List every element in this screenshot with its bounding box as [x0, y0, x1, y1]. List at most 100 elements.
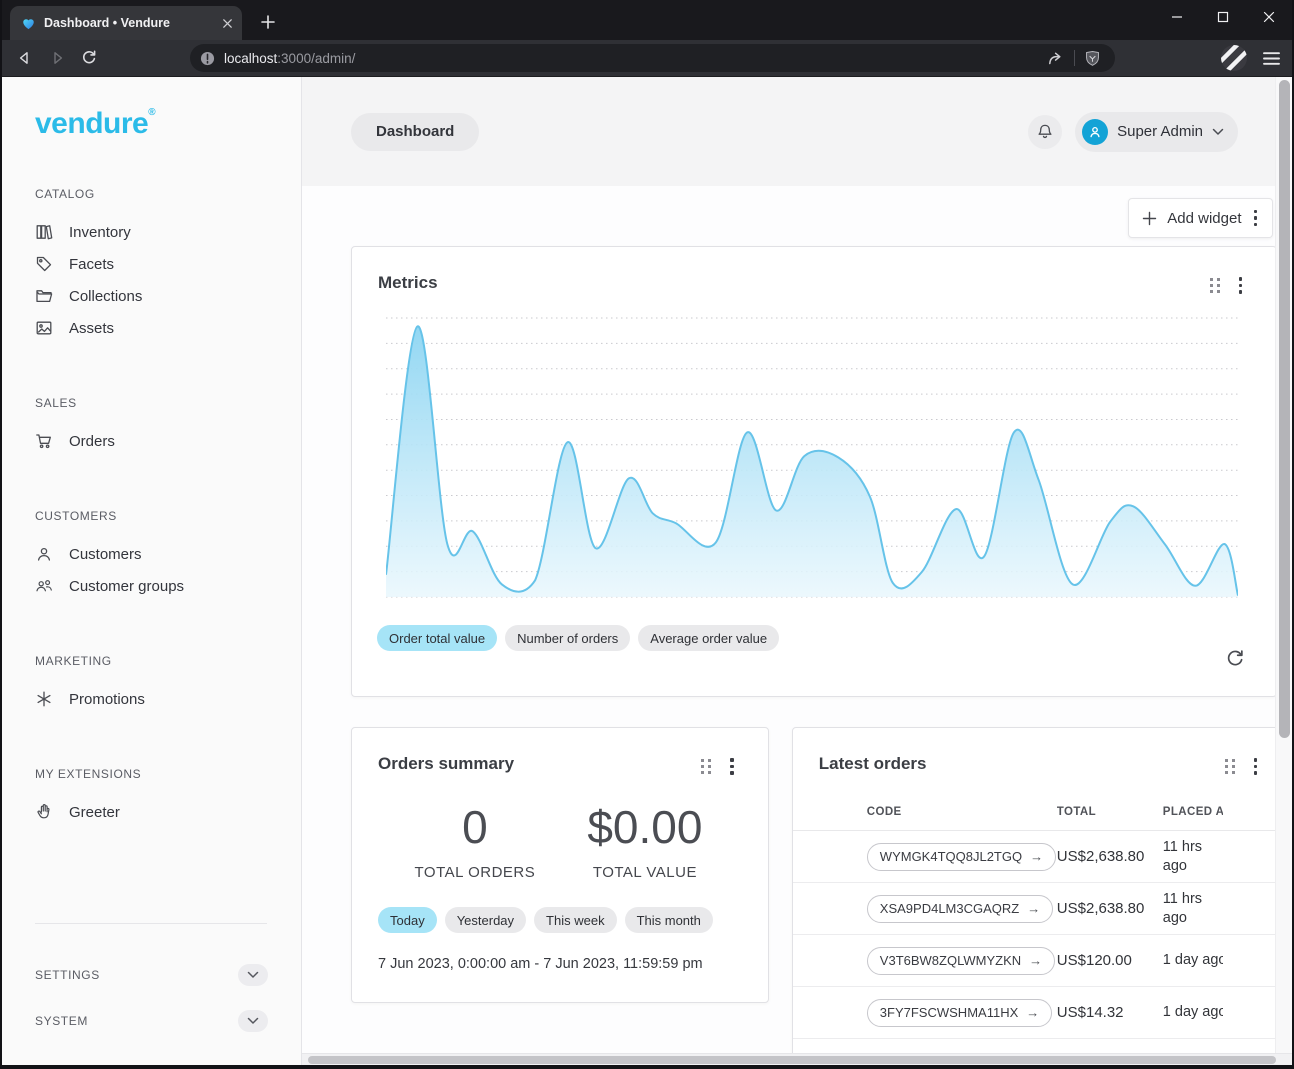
kebab-menu-button[interactable] [1252, 756, 1260, 777]
chevron-down-icon [247, 1017, 259, 1025]
sidebar-item-label: Assets [69, 320, 114, 337]
logo-trademark: ® [148, 107, 155, 118]
add-widget-label: Add widget [1167, 210, 1241, 227]
orders-summary-widget: Orders summary 0 TOTAL ORDERS [351, 727, 769, 1003]
waving-hand-icon [35, 803, 53, 821]
reload-button[interactable] [74, 44, 104, 72]
profile-avatar[interactable] [1221, 45, 1247, 71]
window-minimize-button[interactable] [1154, 0, 1200, 34]
sidebar-item-promotions[interactable]: Promotions [35, 683, 268, 715]
sidebar-item-assets[interactable]: Assets [35, 312, 268, 344]
widget-layout-menu-button[interactable] [1252, 208, 1260, 229]
add-widget-button[interactable]: Add widget [1128, 198, 1273, 238]
sidebar-section-settings[interactable]: SETTINGS [35, 960, 268, 990]
order-code-link[interactable]: XSA9PD4LM3CGAQRZ→ [867, 895, 1053, 923]
table-row: V3T6BW8ZQLWMYZKN→ US$120.00 1 day ago [793, 935, 1291, 987]
vertical-scrollbar[interactable] [1275, 77, 1292, 1053]
sidebar-section-sales: SALES Orders [35, 396, 268, 457]
plus-icon [1142, 211, 1157, 226]
metric-chip-number-of-orders[interactable]: Number of orders [505, 625, 630, 651]
section-label: SYSTEM [35, 1014, 88, 1028]
table-row: XSA9PD4LM3CGAQRZ→ US$2,638.80 11 hrs ago [793, 883, 1291, 935]
notifications-button[interactable] [1028, 115, 1062, 149]
share-icon[interactable] [1046, 49, 1065, 68]
order-code-link[interactable]: 3FY7FSCWSHMA11HX→ [867, 999, 1052, 1027]
drag-handle-icon[interactable] [1225, 759, 1235, 774]
total-orders-value: 0 [390, 800, 560, 854]
range-chip-this-month[interactable]: This month [625, 907, 713, 933]
total-orders-label: TOTAL ORDERS [390, 864, 560, 881]
vertical-scrollbar-thumb[interactable] [1279, 80, 1290, 738]
user-name: Super Admin [1117, 123, 1203, 140]
kebab-menu-button[interactable] [1237, 275, 1245, 296]
sidebar-item-inventory[interactable]: Inventory [35, 216, 268, 248]
new-tab-button[interactable] [254, 8, 282, 36]
address-bar[interactable]: localhost:3000/admin/ [190, 44, 1115, 72]
column-header-placed-at: PLACED AT [1163, 806, 1223, 818]
dashboard-page: Add widget Metrics [302, 198, 1292, 1065]
metrics-widget: Metrics [351, 246, 1277, 697]
arrow-right-icon: → [1027, 901, 1040, 916]
sidebar: vendure® CATALOG Inventory Facets Collec… [2, 77, 302, 1065]
sidebar-section-customers: CUSTOMERS Customers Customer groups [35, 509, 268, 602]
latest-orders-table: CODE TOTAL PLACED AT WYMGK4TQQ8JL2TGQ→ U… [793, 806, 1291, 1039]
sidebar-item-label: Greeter [69, 804, 120, 821]
refresh-button[interactable] [1222, 646, 1248, 672]
section-label: SETTINGS [35, 968, 100, 982]
url-text: localhost:3000/admin/ [224, 51, 1037, 66]
drag-handle-icon[interactable] [701, 759, 711, 774]
metric-chip-order-total-value[interactable]: Order total value [377, 625, 497, 651]
user-menu[interactable]: Super Admin [1075, 112, 1238, 152]
browser-tab[interactable]: Dashboard • Vendure [10, 6, 242, 40]
section-label: CUSTOMERS [35, 509, 268, 523]
order-placed-at: 1 day ago [1163, 1003, 1223, 1021]
order-code-link[interactable]: WYMGK4TQQ8JL2TGQ→ [867, 843, 1056, 871]
back-button[interactable] [10, 44, 40, 72]
user-avatar [1082, 119, 1108, 145]
order-total: US$120.00 [1057, 952, 1163, 969]
sidebar-section-my-extensions: MY EXTENSIONS Greeter [35, 767, 268, 828]
forward-button[interactable] [42, 44, 72, 72]
sidebar-item-facets[interactable]: Facets [35, 248, 268, 280]
user-icon [35, 545, 53, 563]
arrow-right-icon: → [1030, 849, 1043, 864]
sidebar-item-collections[interactable]: Collections [35, 280, 268, 312]
horizontal-scrollbar[interactable] [302, 1053, 1292, 1065]
browser-window: Dashboard • Vendure [0, 0, 1294, 1069]
breadcrumb[interactable]: Dashboard [351, 113, 479, 151]
person-icon [1087, 124, 1103, 140]
sidebar-item-customers[interactable]: Customers [35, 538, 268, 570]
order-code-link[interactable]: V3T6BW8ZQLWMYZKN→ [867, 947, 1055, 975]
refresh-icon [1224, 648, 1246, 670]
sidebar-item-customer-groups[interactable]: Customer groups [35, 570, 268, 602]
sidebar-item-greeter[interactable]: Greeter [35, 796, 268, 828]
sidebar-section-system[interactable]: SYSTEM [35, 1006, 268, 1036]
sidebar-item-label: Collections [69, 288, 142, 305]
window-maximize-button[interactable] [1200, 0, 1246, 34]
drag-handle-icon[interactable] [1210, 278, 1220, 293]
table-row: 3FY7FSCWSHMA11HX→ US$14.32 1 day ago [793, 987, 1291, 1039]
sidebar-item-label: Customers [69, 546, 142, 563]
metrics-chart [386, 315, 1238, 600]
sidebar-item-label: Inventory [69, 224, 131, 241]
system-expand-button[interactable] [238, 1010, 268, 1032]
site-info-icon[interactable] [200, 51, 215, 66]
tab-close-icon[interactable] [221, 17, 234, 30]
sidebar-item-orders[interactable]: Orders [35, 425, 268, 457]
vendure-logo: vendure® [35, 107, 268, 141]
settings-expand-button[interactable] [238, 964, 268, 986]
users-icon [35, 577, 53, 595]
brave-shield-icon[interactable] [1084, 50, 1101, 67]
cart-icon [35, 432, 53, 450]
range-chip-today[interactable]: Today [378, 907, 437, 933]
horizontal-scrollbar-thumb[interactable] [308, 1056, 1276, 1064]
menu-icon[interactable] [1263, 51, 1280, 66]
main-content: Dashboard Super Admin Add widget [302, 77, 1292, 1065]
range-chip-this-week[interactable]: This week [534, 907, 617, 933]
sidebar-divider [35, 923, 267, 924]
range-chip-yesterday[interactable]: Yesterday [445, 907, 526, 933]
kebab-menu-button[interactable] [728, 756, 736, 777]
window-close-button[interactable] [1246, 0, 1292, 34]
total-orders-stat: 0 TOTAL ORDERS [390, 800, 560, 881]
metric-chip-average-order-value[interactable]: Average order value [638, 625, 779, 651]
